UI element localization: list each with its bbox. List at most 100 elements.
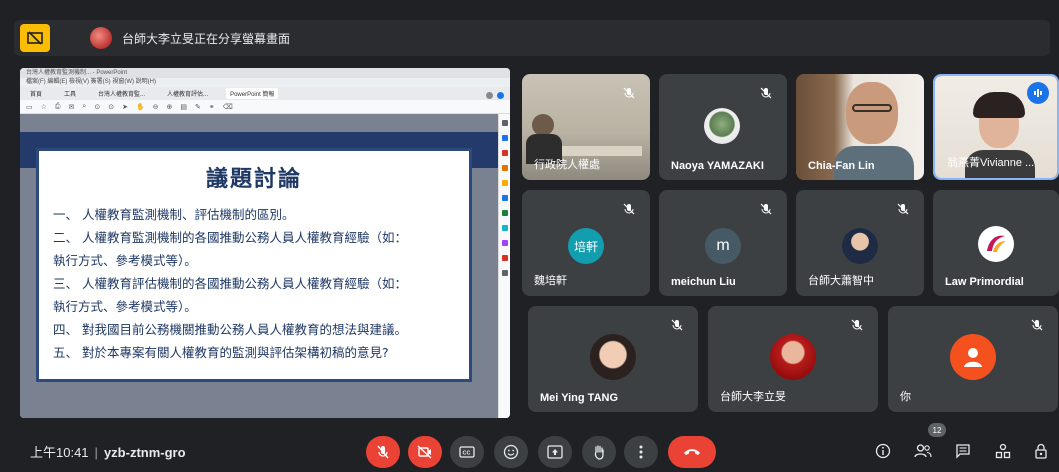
- mic-off-icon: [755, 198, 777, 220]
- svg-text:CC: CC: [463, 451, 471, 457]
- app-menu-bar: 檔案(F) 編輯(E) 檢視(V) 簽署(S) 視窗(W) 說明(H): [20, 78, 510, 87]
- app-cursor-icon: ➤: [122, 103, 128, 111]
- camera-toggle-button[interactable]: [408, 436, 442, 468]
- side-edit-icon: [501, 165, 508, 171]
- side-comment-icon: [501, 180, 508, 186]
- app-account-icon: [497, 92, 504, 99]
- participant-tile[interactable]: Naoya YAMAZAKI: [659, 74, 787, 180]
- present-screen-button[interactable]: [538, 436, 572, 468]
- self-avatar-icon: [950, 334, 996, 380]
- mic-off-icon: [666, 314, 688, 336]
- app-tab: 首頁: [30, 92, 43, 98]
- participant-name: 台師大蕭智中: [808, 275, 874, 287]
- app-zoom-in-icon: ⊕: [166, 103, 173, 111]
- participant-name: meichun Liu: [671, 276, 736, 288]
- app-comment-icon: ▤: [180, 103, 188, 111]
- participant-name: 你: [900, 391, 911, 403]
- participant-avatar: [770, 334, 816, 380]
- participant-avatar: [978, 226, 1014, 262]
- slide-item: 二、 人權教育監測機制的各國推動公務人員人權教育經驗（如：: [53, 230, 407, 245]
- participant-name: Mei Ying TANG: [540, 392, 619, 404]
- chat-button[interactable]: [952, 440, 974, 462]
- meeting-code: yzb-ztnm-gro: [103, 445, 186, 460]
- people-button[interactable]: [912, 440, 934, 462]
- slide-item: 執行方式、參考模式等）。: [53, 253, 197, 268]
- participant-tile[interactable]: 行政院人權處: [522, 74, 650, 180]
- app-window-controls: [486, 92, 504, 99]
- meeting-details-button[interactable]: [872, 440, 894, 462]
- participant-name: 翁燕菁Vivianne ...: [947, 157, 1035, 169]
- app-nav-up-icon: ⊙: [94, 103, 101, 111]
- app-delete-icon: ⌫: [222, 103, 233, 111]
- people-count-badge: 12: [928, 423, 946, 437]
- bottom-bar: 上午10:41 | yzb-ztnm-gro CC: [0, 430, 1059, 472]
- more-options-button[interactable]: [624, 436, 658, 468]
- meeting-info: 上午10:41 | yzb-ztnm-gro: [30, 442, 186, 461]
- participant-name: Naoya YAMAZAKI: [671, 160, 764, 172]
- slide-title: 議題討論: [205, 167, 302, 192]
- participant-avatar: [704, 108, 740, 144]
- participant-name: Law Primordial: [945, 276, 1024, 288]
- slide: 議題討論 一、 人權教育監測機制、評估機制的區別。 二、 人權教育監測機制的各國…: [36, 148, 472, 382]
- slide-area: 議題討論 一、 人權教育監測機制、評估機制的區別。 二、 人權教育監測機制的各國…: [20, 114, 498, 418]
- slide-item: 五、 對於本專案有關人權教育的監測與評估架構初稿的意見?: [53, 345, 389, 360]
- speaking-indicator-icon: [1027, 82, 1049, 104]
- presenting-bar: 台師大李立旻正在分享螢幕畫面: [14, 20, 1050, 56]
- app-tab: 人權教育評估...: [167, 92, 209, 98]
- emoji-button[interactable]: [494, 436, 528, 468]
- app-tab-active: PowerPoint 簡報: [226, 88, 279, 99]
- activities-button[interactable]: [992, 440, 1014, 462]
- participant-tile[interactable]: 台師大李立旻: [708, 306, 878, 412]
- clock: 上午10:41: [30, 445, 89, 460]
- app-tab: 台灣人權教育監...: [98, 92, 146, 98]
- slide-item: 執行方式、參考模式等）。: [53, 299, 197, 314]
- app-nav-down-icon: ⊙: [108, 103, 115, 111]
- participant-avatar: [842, 228, 878, 264]
- participant-tile[interactable]: Chia-Fan Lin: [796, 74, 924, 180]
- app-search-icon: ⌕: [82, 102, 87, 110]
- mic-toggle-button[interactable]: [366, 436, 400, 468]
- captions-button[interactable]: CC: [450, 436, 484, 468]
- app-title-bar: 台灣人權教育監測機制... - PowerPoint: [20, 68, 510, 78]
- participant-name: Chia-Fan Lin: [808, 160, 875, 172]
- app-link-icon: ⚭: [208, 103, 215, 111]
- mic-off-icon: [755, 82, 777, 104]
- mic-off-icon: [1026, 314, 1048, 336]
- app-tab: 工具: [64, 92, 77, 98]
- side-zoom-icon: [501, 120, 508, 126]
- participant-name: 台師大李立旻: [720, 391, 786, 403]
- app-save-icon: ▭: [26, 103, 33, 111]
- participant-name: 魏培軒: [534, 275, 567, 287]
- host-controls-button[interactable]: [1030, 440, 1052, 462]
- slide-item: 一、 人權教育監測機制、評估機制的區別。: [53, 207, 295, 222]
- side-pdf-icon: [501, 135, 508, 141]
- presenter-avatar: [90, 27, 112, 49]
- participant-avatar: 培軒: [568, 228, 604, 264]
- side-fill-icon: [501, 255, 508, 261]
- participant-tile[interactable]: 台師大蕭智中: [796, 190, 924, 296]
- side-scan-icon: [501, 225, 508, 231]
- side-combine-icon: [501, 195, 508, 201]
- app-mail-icon: ✉: [68, 103, 75, 111]
- leave-call-button[interactable]: [668, 436, 716, 468]
- presenting-label: 台師大李立旻正在分享螢幕畫面: [122, 31, 291, 46]
- app-side-toolbar: [498, 114, 510, 418]
- participant-tile[interactable]: Law Primordial: [933, 190, 1059, 296]
- participant-tile-self[interactable]: 你: [888, 306, 1058, 412]
- app-print-icon: ⎙: [54, 102, 61, 110]
- app-hand-icon: ✋: [135, 103, 145, 111]
- stop-presenting-icon[interactable]: [20, 24, 50, 52]
- participant-tile[interactable]: Mei Ying TANG: [528, 306, 698, 412]
- raise-hand-button[interactable]: [582, 436, 616, 468]
- mic-off-icon: [618, 198, 640, 220]
- participant-tile-speaking[interactable]: 翁燕菁Vivianne ...: [933, 74, 1059, 180]
- meet-window: 台師大李立旻正在分享螢幕畫面 台灣人權教育監測機制... - PowerPoin…: [0, 0, 1059, 472]
- mic-off-icon: [846, 314, 868, 336]
- participant-tile[interactable]: m meichun Liu: [659, 190, 787, 296]
- slide-item: 四、 對我國目前公務機關推動公務人員人權教育的想法與建議。: [53, 322, 407, 337]
- app-toolbar: ▭ ☆ ⎙ ✉ ⌕ ⊙ ⊙ ➤ ✋ ⊖ ⊕ ▤ ✎ ⚭ ⌫: [20, 100, 510, 114]
- participant-tile[interactable]: 培軒 魏培軒: [522, 190, 650, 296]
- participant-avatar: m: [705, 228, 741, 264]
- side-export-icon: [501, 150, 508, 156]
- app-zoom-out-icon: ⊖: [152, 103, 159, 111]
